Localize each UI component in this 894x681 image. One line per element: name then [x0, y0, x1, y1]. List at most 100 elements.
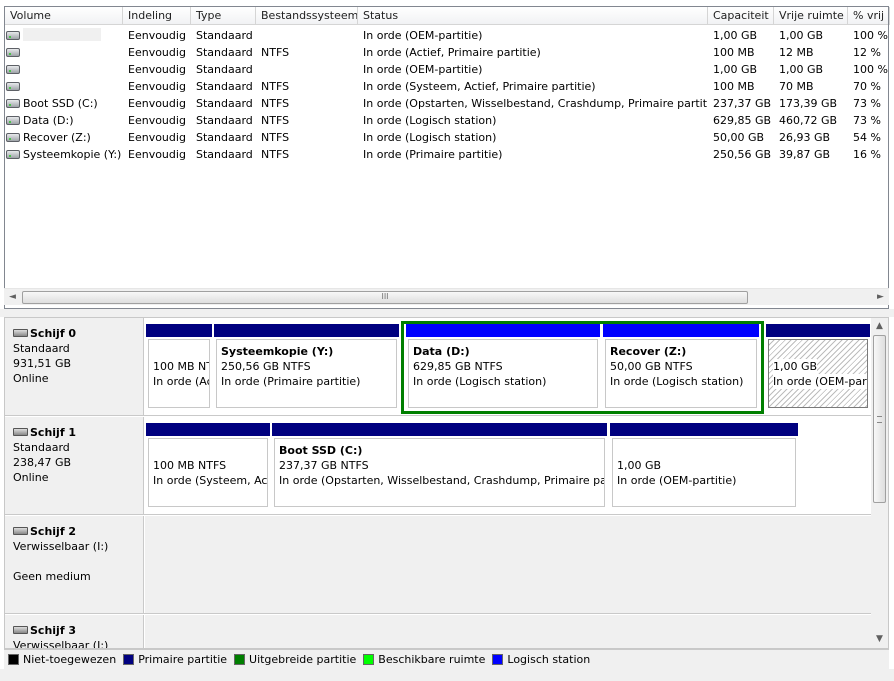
volume-cell-pct: 12 % — [853, 46, 881, 59]
volume-row[interactable]: Recover (Z:) Eenvoudig Standaard NTFS In ord… — [5, 129, 888, 146]
disk-name: Schijf 0 — [30, 327, 77, 340]
volume-cell-type: Standaard — [196, 148, 253, 161]
vertical-scroll-thumb[interactable] — [873, 335, 886, 503]
horizontal-scrollbar[interactable]: ◄ III ► — [4, 288, 889, 305]
volume-cell-status: In orde (Actief, Primaire partitie) — [363, 46, 541, 59]
column-header-status[interactable]: Status — [358, 7, 708, 25]
partition-body: 100 MB NTFS In orde (Actief, Primaire pa… — [148, 339, 210, 408]
disk-label-2[interactable]: Schijf 2 Verwisselbaar (I:) Geen medium — [5, 516, 144, 613]
legend-item: Beschikbare ruimte — [363, 654, 485, 666]
volume-cell-status: In orde (OEM-partitie) — [363, 63, 483, 76]
disk-title: Schijf 2 — [13, 524, 143, 539]
volume-row[interactable]: Boot SSD (C:) Eenvoudig Standaard NTFS In or… — [5, 95, 888, 112]
volume-drive-icon — [6, 65, 20, 74]
volume-cell-pct: 54 % — [853, 131, 881, 144]
disk-title: Schijf 0 — [13, 326, 143, 341]
partition-status: In orde (Primaire partitie) — [221, 375, 361, 388]
partition-size: 1,00 GB — [773, 359, 818, 374]
volume-cell-fs — [256, 61, 358, 78]
volume-drive-icon — [6, 82, 20, 91]
partition-size: 1,00 GB — [617, 459, 662, 472]
volume-cell-fs: NTFS — [261, 131, 290, 144]
disk-kind: Standaard — [13, 342, 70, 355]
column-header-capacity[interactable]: Capaciteit — [708, 7, 774, 25]
volume-cell-fs: NTFS — [261, 148, 290, 161]
disk-label-3[interactable]: Schijf 3 Verwisselbaar (J:) — [5, 615, 144, 648]
disk-label-1[interactable]: Schijf 1 Standaard 238,47 GB Online — [5, 417, 144, 514]
volume-cell-pct: 73 % — [853, 114, 881, 127]
scroll-left-arrow-icon[interactable]: ◄ — [4, 289, 21, 306]
volume-cell-free: 70 MB — [779, 80, 814, 93]
legend-label: Uitgebreide partitie — [249, 653, 357, 666]
volume-cell-pct: 70 % — [853, 80, 881, 93]
volume-cell-layout: Eenvoudig — [128, 131, 186, 144]
disk-row-1: Schijf 1 Standaard 238,47 GB Online 100 … — [5, 417, 873, 515]
scroll-down-arrow-icon[interactable]: ▼ — [871, 631, 888, 648]
column-header-layout[interactable]: Indeling — [123, 7, 191, 25]
partition-status: In orde (Opstarten, Wisselbestand, Crash… — [279, 474, 605, 487]
volume-row[interactable]: Data (D:) Eenvoudig Standaard NTFS In orde (… — [5, 112, 888, 129]
legend-label: Primaire partitie — [138, 653, 228, 666]
pane-splitter[interactable] — [0, 309, 894, 317]
partition-status: In orde (Actief, Primaire partitie) — [153, 375, 209, 388]
disk-kind: Standaard — [13, 441, 70, 454]
volume-drive-icon — [6, 116, 20, 125]
column-header-free-space[interactable]: Vrije ruimte — [774, 7, 848, 25]
disk-row-3: Schijf 3 Verwisselbaar (J:) — [5, 615, 873, 648]
horizontal-scroll-thumb[interactable]: III — [22, 291, 748, 304]
partition-status: In orde (Logisch station) — [413, 375, 547, 388]
disk-partition-area — [145, 516, 873, 613]
vertical-scrollbar[interactable]: ▲ ▼ — [871, 318, 888, 648]
scroll-right-arrow-icon[interactable]: ► — [872, 289, 889, 306]
disk-drive-icon — [13, 428, 28, 436]
legend-item: Logisch station — [492, 654, 590, 666]
disk-row-2: Schijf 2 Verwisselbaar (I:) Geen medium — [5, 516, 873, 614]
partition-oem-selected[interactable]: 1,00 GB In orde (OEM-partitie) — [766, 324, 870, 410]
legend-swatch — [363, 654, 375, 665]
volume-cell-capacity: 100 MB — [713, 80, 755, 93]
volume-row[interactable]: Systeemkopie (Y:) Eenvoudig Standaard NTFS I… — [5, 146, 888, 163]
legend-item: Niet-toegewezen — [8, 654, 116, 666]
volume-cell-free: 12 MB — [779, 46, 814, 59]
legend-label: Niet-toegewezen — [23, 653, 117, 666]
disk-drive-icon — [13, 329, 28, 337]
volume-drive-icon — [6, 48, 20, 57]
partition-systeemkopie[interactable]: Systeemkopie (Y:) 250,56 GB NTFS In orde… — [214, 324, 399, 410]
partition-oem[interactable]: 1,00 GB In orde (OEM-partitie) — [610, 423, 798, 509]
disk-map-view: Schijf 0 Standaard 931,51 GB Online 100 … — [4, 317, 889, 649]
volume-name: Boot SSD (C:) — [23, 97, 98, 110]
partition-size: 100 MB NTFS — [153, 360, 209, 373]
volume-cell-type: Standaard — [196, 63, 253, 76]
volume-cell-free: 460,72 GB — [779, 114, 838, 127]
volume-list[interactable]: Volume Indeling Type Bestandssysteem Sta… — [4, 6, 890, 309]
legend-swatch — [492, 654, 504, 665]
volume-cell-free: 173,39 GB — [779, 97, 838, 110]
partition-name: Systeemkopie (Y:) — [221, 345, 334, 358]
volume-row[interactable]: Eenvoudig Standaard NTFS In orde (Actief, P… — [5, 44, 888, 61]
volume-drive-icon — [6, 133, 20, 142]
volume-cell-status: In orde (Logisch station) — [363, 131, 497, 144]
partition-boot-ssd[interactable]: Boot SSD (C:) 237,37 GB NTFS In orde (Op… — [272, 423, 607, 509]
legend-swatch — [123, 654, 135, 665]
volume-cell-pct: 100 % — [853, 63, 888, 76]
disk-name: Schijf 3 — [30, 624, 77, 637]
volume-row[interactable]: Eenvoudig Standaard In orde (OEM-partitie)… — [5, 27, 888, 44]
volume-cell-type: Standaard — [196, 131, 253, 144]
volume-row[interactable]: Eenvoudig Standaard NTFS In orde (Systeem, … — [5, 78, 888, 95]
partition-recover[interactable]: Recover (Z:) 50,00 GB NTFS In orde (Logi… — [603, 324, 759, 410]
volume-cell-fs: NTFS — [261, 80, 290, 93]
disk-label-0[interactable]: Schijf 0 Standaard 931,51 GB Online — [5, 318, 144, 415]
partition-system-reserved[interactable]: 100 MB NTFS In orde (Actief, Primaire pa… — [146, 324, 212, 410]
column-header-filesystem[interactable]: Bestandssysteem — [256, 7, 358, 25]
column-header-type[interactable]: Type — [191, 7, 256, 25]
legend: Niet-toegewezen Primaire partitie Uitgebre… — [4, 649, 889, 669]
volume-cell-name — [5, 61, 123, 78]
partition-data[interactable]: Data (D:) 629,85 GB NTFS In orde (Logisc… — [406, 324, 600, 410]
volume-cell-capacity: 1,00 GB — [713, 29, 758, 42]
scroll-up-arrow-icon[interactable]: ▲ — [871, 318, 888, 335]
volume-row[interactable]: Eenvoudig Standaard In orde (OEM-partitie)… — [5, 61, 888, 78]
column-header-volume[interactable]: Volume — [5, 7, 123, 25]
partition-system[interactable]: 100 MB NTFS In orde (Systeem, Actief, Pr… — [146, 423, 270, 509]
column-header-percent-free[interactable]: % vrij — [848, 7, 890, 25]
partition-color-bar — [146, 423, 270, 436]
